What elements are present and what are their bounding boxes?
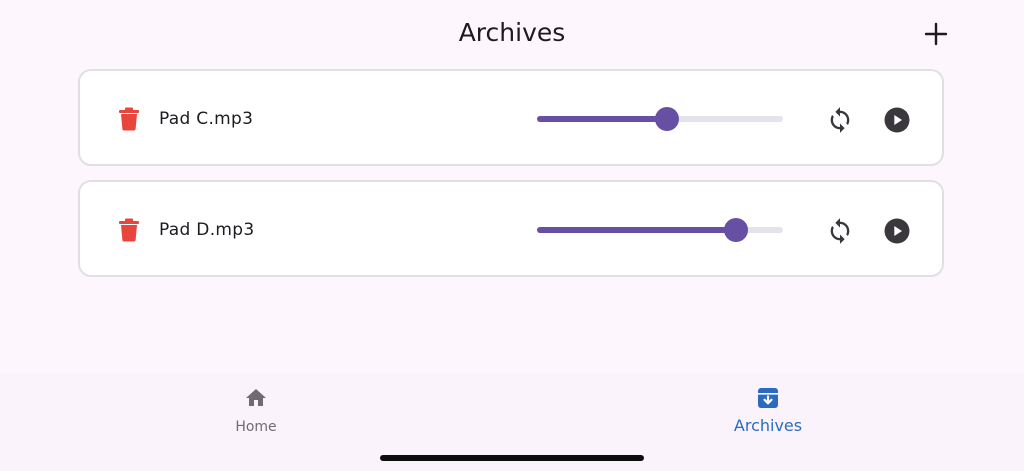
track-card: Pad D.mp3 [78, 180, 944, 277]
slider-fill [537, 116, 668, 122]
trash-icon [119, 218, 139, 242]
page-title: Archives [458, 18, 566, 47]
volume-slider[interactable] [535, 216, 783, 244]
loop-button[interactable] [826, 106, 854, 134]
trash-icon [119, 107, 139, 131]
track-name: Pad D.mp3 [159, 220, 255, 240]
nav-label-archives: Archives [733, 416, 803, 435]
nav-item-home[interactable]: Home [156, 374, 356, 454]
home-icon [246, 389, 266, 406]
repeat-icon [830, 107, 850, 133]
nav-item-archives[interactable]: Archives [668, 374, 868, 454]
home-indicator [380, 455, 644, 461]
play-circle-icon [884, 107, 910, 133]
delete-button[interactable] [118, 107, 140, 131]
play-button[interactable] [884, 218, 910, 244]
nav-label-home: Home [235, 419, 277, 435]
plus-icon [924, 22, 948, 46]
loop-button[interactable] [826, 217, 854, 245]
delete-button[interactable] [118, 218, 140, 242]
volume-slider[interactable] [535, 105, 783, 133]
play-circle-icon [884, 218, 910, 244]
repeat-icon [830, 218, 850, 244]
track-card: Pad C.mp3 [78, 69, 944, 166]
track-name: Pad C.mp3 [159, 109, 254, 129]
add-button[interactable] [922, 20, 950, 48]
app-header: Archives [0, 0, 1024, 68]
play-button[interactable] [884, 107, 910, 133]
slider-thumb[interactable] [724, 218, 749, 242]
slider-thumb[interactable] [655, 107, 680, 131]
archive-icon [758, 388, 778, 408]
slider-fill [537, 227, 737, 233]
